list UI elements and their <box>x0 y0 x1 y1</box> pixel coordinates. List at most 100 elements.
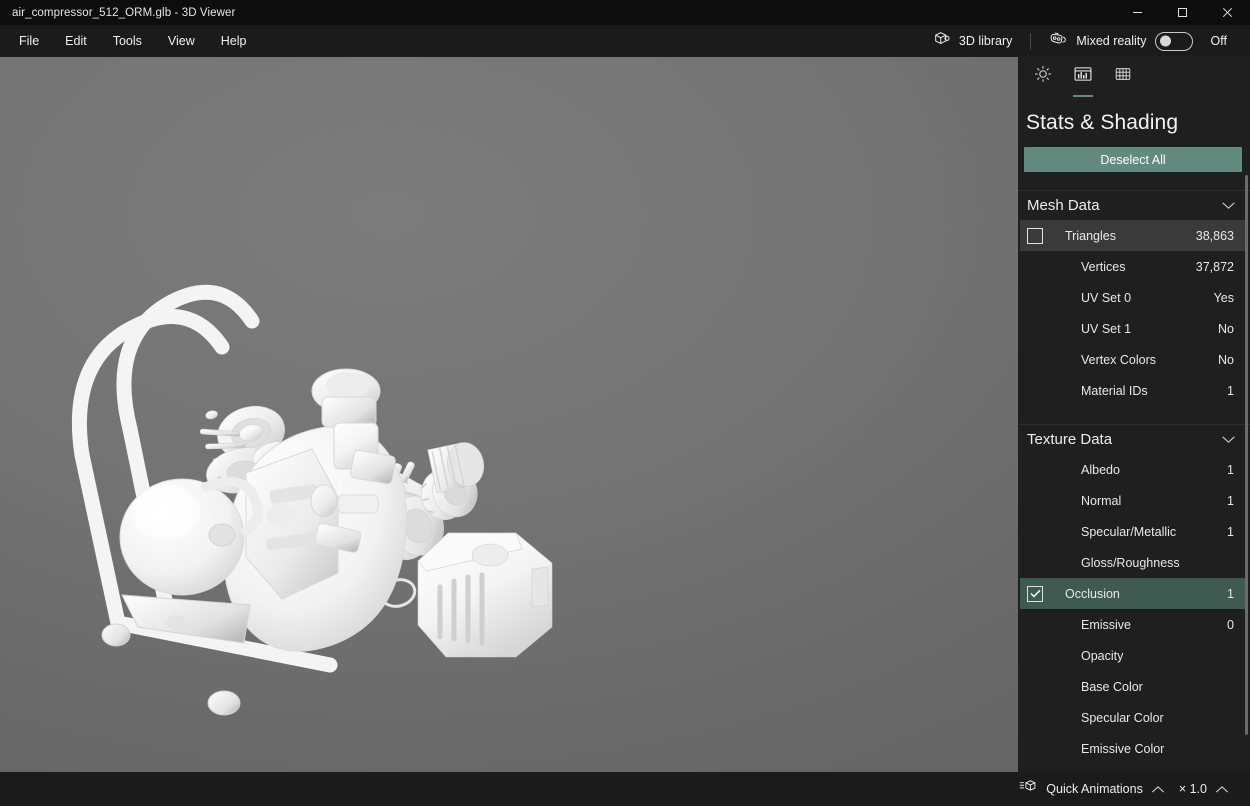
stats-icon <box>1074 67 1092 81</box>
row-label: Material IDs <box>1081 383 1148 398</box>
menu-edit[interactable]: Edit <box>52 29 100 53</box>
chevron-down-icon <box>1221 201 1236 210</box>
row-occlusion[interactable]: Occlusion 1 <box>1020 578 1248 609</box>
row-value: 1 <box>1227 493 1234 508</box>
cube-icon <box>933 30 951 53</box>
row-value: 1 <box>1227 462 1234 477</box>
animation-speed-button[interactable]: × 1.0 <box>1172 778 1236 800</box>
row-label: Gloss/Roughness <box>1081 555 1180 570</box>
row-triangles[interactable]: Triangles 38,863 <box>1020 220 1248 251</box>
row-value: No <box>1218 321 1234 336</box>
animation-speed-label: × 1.0 <box>1178 782 1207 796</box>
menu-help[interactable]: Help <box>208 29 260 53</box>
row-value: 1 <box>1227 383 1234 398</box>
3d-model-render <box>71 284 553 716</box>
row-label: Base Color <box>1081 679 1143 694</box>
chevron-down-icon <box>1221 435 1236 444</box>
sun-icon <box>1034 65 1052 83</box>
mixed-reality-toggle[interactable] <box>1154 31 1193 51</box>
3d-library-button[interactable]: 3D library <box>924 26 1022 57</box>
row-emissive-color[interactable]: Emissive Color <box>1020 733 1248 764</box>
row-opacity[interactable]: Opacity <box>1020 640 1248 671</box>
chevron-up-icon <box>1215 785 1229 794</box>
row-vertex-colors[interactable]: Vertex Colors No <box>1020 344 1248 375</box>
row-emissive[interactable]: Emissive 0 <box>1020 609 1248 640</box>
row-label: Specular Color <box>1081 710 1164 725</box>
row-value: 1 <box>1227 586 1234 601</box>
mixed-reality-control[interactable]: Mixed reality Off <box>1040 26 1236 57</box>
row-label: Vertices <box>1081 259 1126 274</box>
mixed-reality-label: Mixed reality <box>1076 34 1147 48</box>
row-label: Triangles <box>1065 228 1116 243</box>
section-texture-data: Texture Data Albedo 1 Normal 1 Specular/… <box>1018 424 1250 764</box>
app-window: air_compressor_512_ORM.glb - 3D Viewer F… <box>0 0 1250 806</box>
section-header-mesh-data[interactable]: Mesh Data <box>1018 190 1250 220</box>
section-title: Texture Data <box>1027 431 1113 448</box>
section-header-texture-data[interactable]: Texture Data <box>1018 424 1250 454</box>
main-body: Stats & Shading Deselect All Mesh Data T… <box>0 57 1250 772</box>
row-gloss-roughness[interactable]: Gloss/Roughness <box>1020 547 1248 578</box>
row-label: Normal <box>1081 493 1122 508</box>
deselect-all-wrap: Deselect All <box>1018 147 1250 172</box>
menu-tools[interactable]: Tools <box>100 29 155 53</box>
row-label: Occlusion <box>1065 586 1120 601</box>
close-button[interactable] <box>1205 0 1250 25</box>
mixed-reality-icon <box>1049 30 1068 53</box>
deselect-all-button[interactable]: Deselect All <box>1024 147 1242 172</box>
quick-animations-button[interactable]: Quick Animations <box>1012 775 1172 804</box>
page-title: Stats & Shading <box>1026 111 1179 134</box>
status-bar: Quick Animations × 1.0 <box>0 772 1250 806</box>
3d-viewport[interactable] <box>0 57 1018 772</box>
row-label: Specular/Metallic <box>1081 524 1177 539</box>
row-specular-metallic[interactable]: Specular/Metallic 1 <box>1020 516 1248 547</box>
mixed-reality-state: Off <box>1210 34 1227 48</box>
menu-bar: File Edit Tools View Help 3D library Mix… <box>0 25 1250 57</box>
row-value: 1 <box>1227 524 1234 539</box>
row-value: Yes <box>1213 290 1234 305</box>
menu-bar-right: 3D library Mixed reality Off <box>924 25 1250 57</box>
section-title: Mesh Data <box>1027 197 1100 214</box>
row-label: Opacity <box>1081 648 1124 663</box>
row-label: Vertex Colors <box>1081 352 1157 367</box>
row-value: 37,872 <box>1195 259 1234 274</box>
panel-scroll-area[interactable]: Deselect All Mesh Data Triangles 38,863 <box>1018 135 1250 772</box>
row-material-ids[interactable]: Material IDs 1 <box>1020 375 1248 406</box>
tab-underline <box>1073 95 1093 97</box>
row-normal[interactable]: Normal 1 <box>1020 485 1248 516</box>
grid-icon <box>1115 68 1131 80</box>
row-label: UV Set 1 <box>1081 321 1132 336</box>
row-albedo[interactable]: Albedo 1 <box>1020 454 1248 485</box>
tab-stats-shading[interactable] <box>1066 65 1100 97</box>
panel-tab-bar <box>1018 57 1250 97</box>
title-bar: air_compressor_512_ORM.glb - 3D Viewer <box>0 0 1250 25</box>
stats-shading-panel: Stats & Shading Deselect All Mesh Data T… <box>1018 57 1250 772</box>
chevron-up-icon <box>1151 785 1165 794</box>
row-label: Emissive <box>1081 617 1132 632</box>
row-label: Emissive Color <box>1081 741 1165 756</box>
row-value: 38,863 <box>1195 228 1234 243</box>
row-label: Albedo <box>1081 462 1120 477</box>
tab-grid[interactable] <box>1106 65 1140 95</box>
row-specular-color[interactable]: Specular Color <box>1020 702 1248 733</box>
menu-file[interactable]: File <box>6 29 52 53</box>
menu-divider <box>1030 32 1032 50</box>
3d-library-label: 3D library <box>958 34 1013 48</box>
window-controls <box>1115 0 1250 25</box>
checkbox[interactable] <box>1027 585 1043 602</box>
row-uv-set-1[interactable]: UV Set 1 No <box>1020 313 1248 344</box>
row-value: 0 <box>1227 617 1234 632</box>
tab-lighting[interactable] <box>1026 65 1060 95</box>
quick-animations-label: Quick Animations <box>1046 782 1143 796</box>
maximize-button[interactable] <box>1160 0 1205 25</box>
row-vertices[interactable]: Vertices 37,872 <box>1020 251 1248 282</box>
section-mesh-data: Mesh Data Triangles 38,863 Vertices 37,8 <box>1018 190 1250 406</box>
row-uv-set-0[interactable]: UV Set 0 Yes <box>1020 282 1248 313</box>
row-base-color[interactable]: Base Color <box>1020 671 1248 702</box>
panel-scrollbar[interactable] <box>1245 175 1248 735</box>
minimize-button[interactable] <box>1115 0 1160 25</box>
menu-view[interactable]: View <box>155 29 208 53</box>
row-value: No <box>1218 352 1234 367</box>
checkbox[interactable] <box>1027 227 1043 244</box>
animation-icon <box>1019 779 1038 800</box>
menu-items: File Edit Tools View Help <box>0 29 259 53</box>
